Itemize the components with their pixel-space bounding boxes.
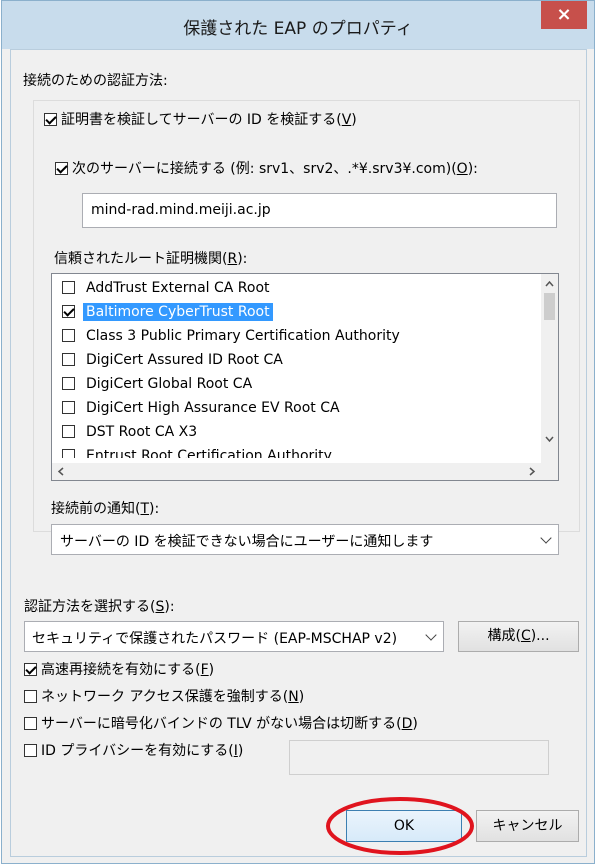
list-item-label: Class 3 Public Primary Certification Aut… <box>86 328 400 344</box>
list-item-label: Baltimore CyberTrust Root <box>83 303 273 321</box>
list-item[interactable]: Baltimore CyberTrust Root <box>62 300 273 324</box>
list-item-label: Entrust Root Certification Authority <box>86 448 332 458</box>
list-item[interactable]: DigiCert Assured ID Root CA <box>62 348 286 372</box>
connect-servers-key: O <box>456 161 468 177</box>
list-item[interactable]: DigiCert Global Root CA <box>62 372 255 396</box>
configure-suffix: )... <box>530 628 550 644</box>
disconnect-tlv-text: サーバーに暗号化バインドの TLV がない場合は切断する( <box>41 716 402 732</box>
vertical-scrollbar[interactable] <box>541 274 558 463</box>
notify-key: T <box>140 501 150 517</box>
disconnect-tlv-key: D <box>401 716 413 732</box>
method-label: 認証方法を選択する(S): <box>24 596 175 616</box>
scroll-down-icon[interactable] <box>545 436 554 443</box>
verify-cert-text: 証明書を検証してサーバーの ID を検証する( <box>61 112 342 128</box>
fast-reconnect-checkbox[interactable]: 高速再接続を有効にする(F) <box>24 659 214 679</box>
checkbox-icon[interactable] <box>62 329 75 342</box>
horizontal-scrollbar[interactable] <box>52 463 541 480</box>
trusted-root-key: R <box>227 251 238 267</box>
notify-suffix: ): <box>149 501 160 517</box>
configure-button[interactable]: 構成(C)... <box>458 621 579 652</box>
close-icon: × <box>556 4 572 25</box>
disconnect-tlv-check-icon <box>24 717 37 730</box>
checkbox-icon[interactable] <box>62 401 75 414</box>
list-item-label: DigiCert Global Root CA <box>86 376 253 392</box>
method-dropdown-value: セキュリティで保護されたパスワード (EAP-MSCHAP v2) <box>32 631 398 647</box>
id-privacy-text: ID プライバシーを有効にする( <box>41 743 234 759</box>
notify-text: 接続前の通知( <box>51 501 141 517</box>
dialog-body: 接続のための認証方法: 証明書を検証してサーバーの ID を検証する(V) 次の… <box>10 49 587 857</box>
list-item-label: AddTrust External CA Root <box>86 280 270 296</box>
cancel-button[interactable]: キャンセル <box>476 810 579 842</box>
server-names-input[interactable]: mind-rad.mind.meiji.ac.jp <box>82 193 557 228</box>
checkbox-icon[interactable] <box>62 353 75 366</box>
configure-key: C <box>520 628 531 644</box>
scroll-thumb[interactable] <box>544 293 555 320</box>
scroll-left-icon[interactable] <box>57 467 64 476</box>
list-item-label: DST Root CA X3 <box>86 424 198 440</box>
list-item[interactable]: AddTrust External CA Root <box>62 276 273 300</box>
method-label-suffix: ): <box>164 599 175 615</box>
nap-key: N <box>288 689 299 705</box>
notify-dropdown-value: サーバーの ID を検証できない場合にユーザーに通知します <box>60 534 434 550</box>
scroll-right-icon[interactable] <box>529 467 536 476</box>
fast-reconnect-suffix: ) <box>208 662 215 678</box>
verify-cert-checkbox[interactable]: 証明書を検証してサーバーの ID を検証する(V) <box>44 109 360 129</box>
notify-dropdown[interactable]: サーバーの ID を検証できない場合にユーザーに通知します <box>51 524 559 555</box>
fast-reconnect-text: 高速再接続を有効にする( <box>41 662 201 678</box>
list-item[interactable]: DST Root CA X3 <box>62 420 200 444</box>
list-item[interactable]: DigiCert High Assurance EV Root CA <box>62 396 343 420</box>
close-button[interactable]: × <box>541 1 587 29</box>
id-privacy-check-icon <box>24 744 37 757</box>
disconnect-tlv-suffix: ) <box>412 716 418 732</box>
nap-check-icon <box>24 690 37 703</box>
list-item[interactable]: Entrust Root Certification Authority <box>62 444 335 458</box>
connect-servers-check-icon <box>55 162 68 175</box>
scroll-up-icon[interactable] <box>545 280 554 287</box>
list-item-label: DigiCert Assured ID Root CA <box>86 352 283 368</box>
scroll-corner <box>541 463 558 480</box>
trusted-root-suffix: ): <box>237 251 248 267</box>
notify-label: 接続前の通知(T): <box>51 498 159 518</box>
checkbox-icon[interactable] <box>62 425 75 438</box>
id-privacy-input <box>289 740 549 775</box>
window-title: 保護された EAP のプロパティ <box>183 19 413 39</box>
connect-servers-text: 次のサーバーに接続する (例: srv1、srv2、.*¥.srv3¥.com)… <box>72 161 457 177</box>
checkbox-icon[interactable] <box>62 449 75 458</box>
verify-cert-check-icon <box>44 113 57 126</box>
connect-servers-suffix: ): <box>467 161 478 177</box>
checkbox-icon[interactable] <box>62 281 75 294</box>
cancel-button-label: キャンセル <box>492 818 563 834</box>
title-bar[interactable]: 保護された EAP のプロパティ × <box>2 1 594 49</box>
list-item[interactable]: Class 3 Public Primary Certification Aut… <box>62 324 403 348</box>
nap-suffix: ) <box>298 689 305 705</box>
dialog-window: 保護された EAP のプロパティ × 接続のための認証方法: 証明書を検証してサ… <box>1 0 595 864</box>
checkbox-icon[interactable] <box>62 305 75 318</box>
id-privacy-suffix: ) <box>237 743 244 759</box>
server-names-value: mind-rad.mind.meiji.ac.jp <box>91 202 271 218</box>
verify-cert-suffix: ) <box>351 112 357 128</box>
trusted-root-text: 信頼されたルート証明機関( <box>54 251 228 267</box>
method-dropdown[interactable]: セキュリティで保護されたパスワード (EAP-MSCHAP v2) <box>24 621 444 652</box>
nap-checkbox[interactable]: ネットワーク アクセス保護を強制する(N) <box>24 686 304 706</box>
disconnect-tlv-checkbox[interactable]: サーバーに暗号化バインドの TLV がない場合は切断する(D) <box>24 713 418 733</box>
fast-reconnect-key: F <box>200 662 209 678</box>
configure-text: 構成( <box>487 628 521 644</box>
chevron-down-icon <box>425 628 437 641</box>
root-ca-list[interactable]: AddTrust External CA Root Baltimore Cybe… <box>51 273 559 481</box>
method-label-text: 認証方法を選択する( <box>24 599 156 615</box>
nap-text: ネットワーク アクセス保護を強制する( <box>41 689 289 705</box>
trusted-root-label: 信頼されたルート証明機関(R): <box>54 248 247 268</box>
highlight-circle <box>326 797 474 855</box>
list-item-label: DigiCert High Assurance EV Root CA <box>86 400 340 416</box>
connect-servers-checkbox[interactable]: 次のサーバーに接続する (例: srv1、srv2、.*¥.srv3¥.com)… <box>55 158 478 178</box>
chevron-down-icon <box>540 531 552 544</box>
checkbox-icon[interactable] <box>62 377 75 390</box>
fast-reconnect-check-icon <box>24 663 37 676</box>
auth-section-label: 接続のための認証方法: <box>23 73 168 89</box>
verify-cert-key: V <box>341 112 352 128</box>
id-privacy-checkbox[interactable]: ID プライバシーを有効にする(I) <box>24 740 243 760</box>
